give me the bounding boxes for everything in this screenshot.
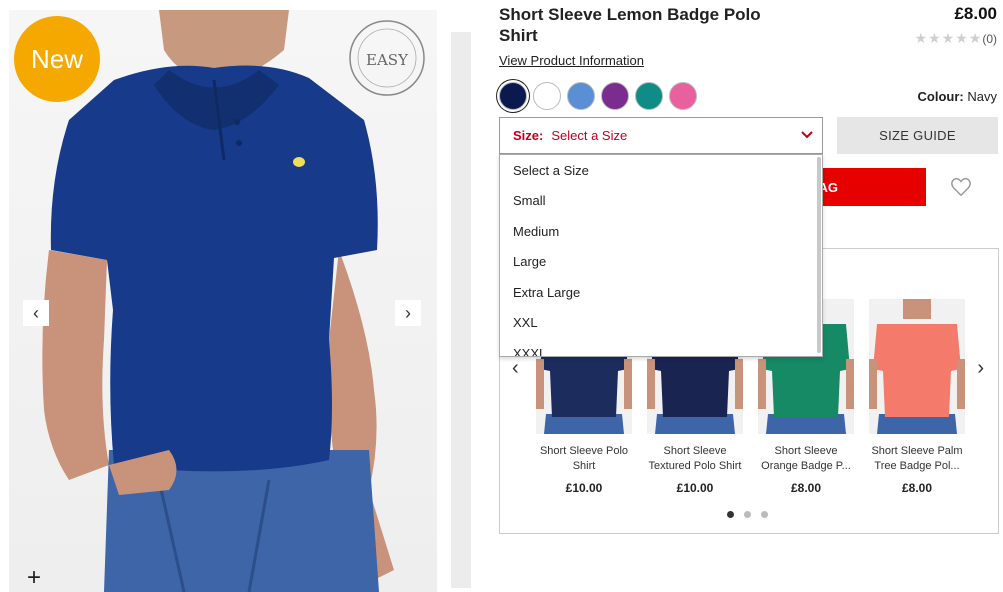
- size-select[interactable]: Size: Select a Size: [499, 117, 823, 154]
- colour-swatch-pink[interactable]: [669, 82, 697, 110]
- image-next-arrow-icon[interactable]: ›: [395, 300, 421, 326]
- product-price: £8.00: [954, 4, 997, 23]
- zoom-plus-icon[interactable]: +: [23, 566, 45, 590]
- recommendation-item[interactable]: Short Sleeve Palm Tree Badge Pol... £8.00: [869, 299, 965, 495]
- size-option[interactable]: Large: [500, 247, 822, 278]
- size-option[interactable]: Extra Large: [500, 277, 822, 308]
- size-label: Size:: [513, 128, 544, 143]
- colour-label-text: Colour:: [917, 89, 964, 104]
- heart-icon[interactable]: [950, 176, 972, 198]
- colour-swatch-navy[interactable]: [499, 82, 527, 110]
- colour-swatch-teal[interactable]: [635, 82, 663, 110]
- colour-swatches: [499, 82, 697, 110]
- star-icon: ★: [914, 30, 928, 46]
- star-icon: ★: [928, 30, 941, 46]
- product-title: Short Sleeve Lemon Badge Polo Shirt: [499, 5, 761, 45]
- view-product-information-link[interactable]: View Product Information: [499, 53, 644, 68]
- carousel-dot[interactable]: [727, 511, 734, 518]
- size-option[interactable]: XXL: [500, 308, 822, 339]
- recommendation-price: £8.00: [790, 481, 822, 495]
- colour-swatch-purple[interactable]: [601, 82, 629, 110]
- size-option[interactable]: Select a Size: [500, 155, 822, 186]
- dropdown-scrollbar[interactable]: [817, 157, 821, 353]
- star-icon: ★: [968, 30, 982, 46]
- size-option[interactable]: Small: [500, 186, 822, 217]
- rating-count: (0): [982, 31, 997, 46]
- carousel-dot[interactable]: [744, 511, 751, 518]
- product-image[interactable]: New EASY ‹ › +: [9, 10, 437, 592]
- chevron-down-icon: [801, 131, 813, 139]
- svg-text:EASY: EASY: [366, 51, 409, 69]
- selected-colour: Navy: [967, 89, 997, 104]
- recommendation-price: £8.00: [901, 481, 933, 495]
- colour-swatch-white[interactable]: [533, 82, 561, 110]
- colour-label: Colour: Navy: [918, 89, 997, 104]
- recommendation-name[interactable]: Short Sleeve Orange Badge P...: [758, 444, 854, 474]
- next-image-peek: [451, 32, 471, 588]
- star-icon: ★: [941, 30, 955, 46]
- image-prev-arrow-icon[interactable]: ‹: [23, 300, 49, 326]
- brand-logo: EASY: [349, 20, 425, 96]
- recommendation-name[interactable]: Short Sleeve Textured Polo Shirt: [647, 444, 743, 474]
- recommendation-name[interactable]: Short Sleeve Palm Tree Badge Pol...: [869, 444, 965, 474]
- carousel-next-arrow-icon[interactable]: ›: [977, 357, 984, 380]
- size-option[interactable]: Medium: [500, 216, 822, 247]
- rating[interactable]: ★ ★ ★ ★ ★ (0): [915, 30, 997, 47]
- carousel-dots: [727, 511, 768, 518]
- size-placeholder: Select a Size: [551, 128, 628, 143]
- size-dropdown-list: Select a Size Small Medium Large Extra Large…: [499, 154, 823, 357]
- recommendation-name[interactable]: Short Sleeve Polo Shirt: [536, 444, 632, 474]
- size-guide-button[interactable]: SIZE GUIDE: [837, 117, 998, 154]
- size-option[interactable]: XXXL: [500, 338, 822, 356]
- new-badge: New: [14, 16, 100, 102]
- star-icon: ★: [955, 30, 968, 46]
- recommendation-price: £10.00: [565, 481, 603, 495]
- recommendation-image[interactable]: [869, 299, 965, 434]
- carousel-dot[interactable]: [761, 511, 768, 518]
- recommendation-price: £10.00: [676, 481, 714, 495]
- colour-swatch-blue[interactable]: [567, 82, 595, 110]
- carousel-prev-arrow-icon[interactable]: ‹: [512, 357, 519, 380]
